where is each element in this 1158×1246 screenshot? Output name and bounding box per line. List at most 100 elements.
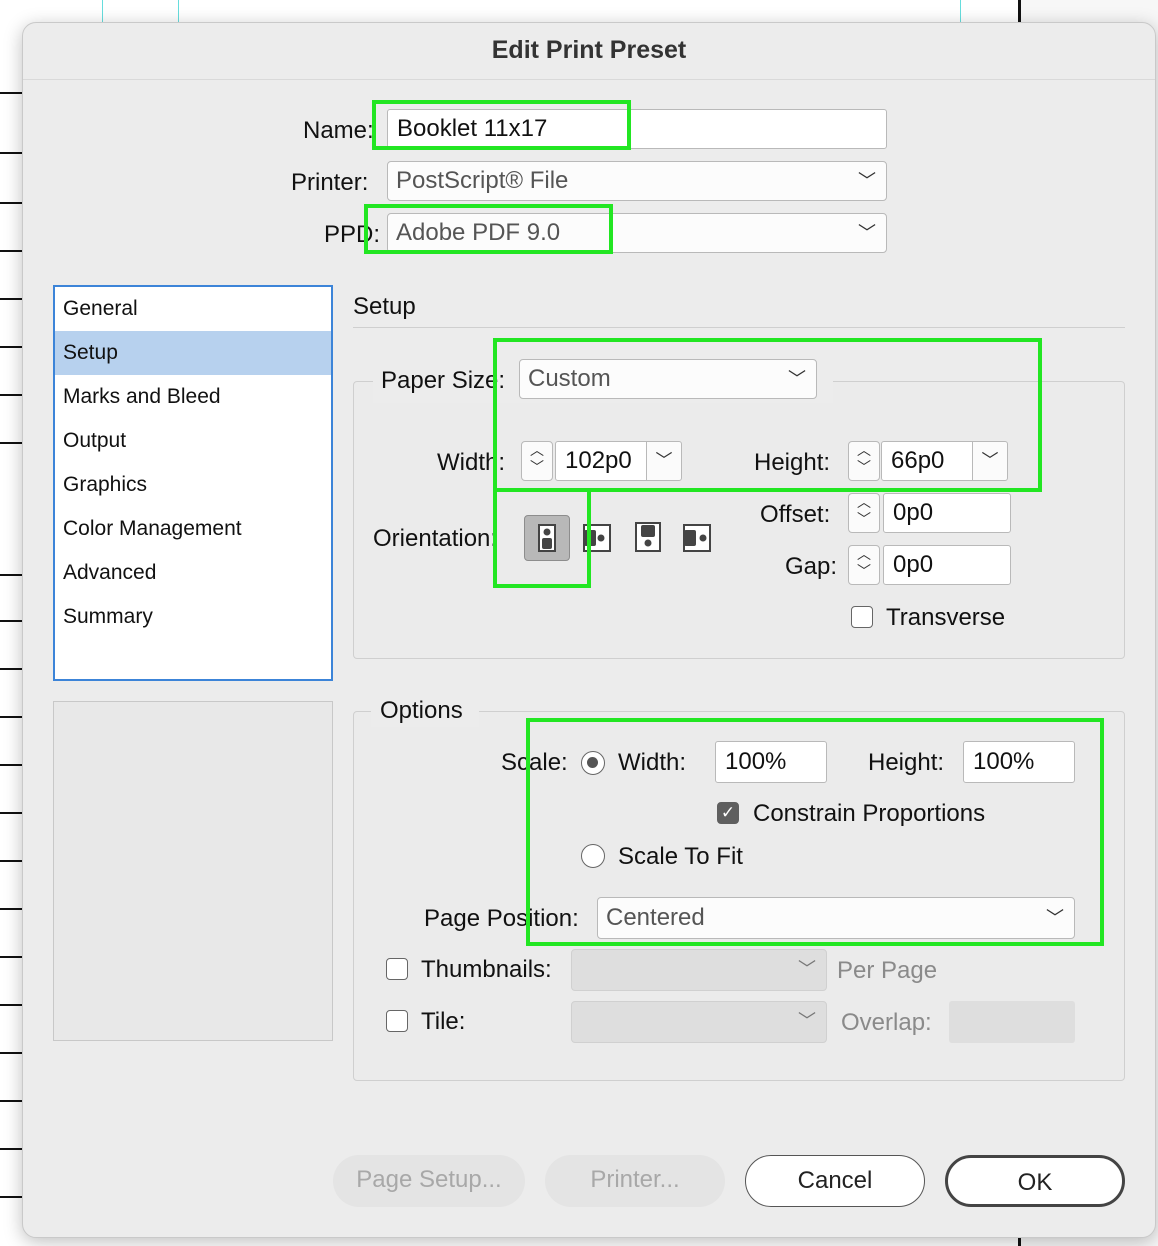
sidebar-item-output[interactable]: Output bbox=[55, 419, 331, 463]
chevron-down-icon: ﹀ bbox=[858, 223, 876, 243]
checkmark-icon: ✓ bbox=[720, 803, 736, 822]
paper-size-value: Custom bbox=[528, 365, 611, 392]
ruler-tick bbox=[0, 394, 22, 396]
offset-stepper[interactable]: ︿ ﹀ bbox=[848, 493, 880, 533]
ruler-tick bbox=[0, 442, 22, 444]
name-field[interactable]: Booklet 11x17 bbox=[387, 109, 887, 149]
preview-panel bbox=[53, 701, 333, 1041]
ok-button[interactable]: OK bbox=[945, 1155, 1125, 1207]
sidebar-item-color-management[interactable]: Color Management bbox=[55, 507, 331, 551]
printer-button[interactable]: Printer... bbox=[545, 1155, 725, 1207]
scale-width-radio[interactable] bbox=[581, 751, 605, 775]
height-label: Height: bbox=[754, 449, 831, 476]
page-setup-button[interactable]: Page Setup... bbox=[333, 1155, 525, 1207]
reverse-landscape-icon bbox=[683, 524, 711, 552]
thumbnails-label: Thumbnails: bbox=[421, 956, 552, 983]
constrain-proportions-checkbox[interactable]: ✓ bbox=[717, 802, 739, 824]
scale-label: Scale: bbox=[501, 749, 568, 776]
width-field[interactable]: 102p0 bbox=[555, 441, 647, 481]
height-field[interactable]: 66p0 bbox=[881, 441, 973, 481]
width-dropdown-button[interactable]: ﹀ bbox=[646, 441, 682, 481]
sidebar-item-marks-and-bleed[interactable]: Marks and Bleed bbox=[55, 375, 331, 419]
printer-select[interactable]: PostScript® File ﹀ bbox=[387, 161, 887, 201]
offset-label: Offset: bbox=[760, 501, 831, 528]
ruler-tick bbox=[0, 298, 22, 300]
ruler-tick bbox=[0, 152, 22, 154]
thumbnails-checkbox[interactable] bbox=[386, 958, 408, 980]
ruler-tick bbox=[0, 202, 22, 204]
ruler-tick bbox=[0, 1100, 22, 1102]
guide-line bbox=[960, 0, 961, 22]
ruler-tick bbox=[0, 1196, 22, 1198]
width-stepper[interactable]: ︿ ﹀ bbox=[521, 441, 553, 481]
divider bbox=[353, 327, 1125, 328]
ruler-tick bbox=[0, 860, 22, 862]
chevron-down-icon: ﹀ bbox=[1046, 908, 1064, 928]
dialog-title: Edit Print Preset bbox=[23, 23, 1155, 80]
tile-checkbox[interactable] bbox=[386, 1010, 408, 1032]
height-dropdown-button[interactable]: ﹀ bbox=[972, 441, 1008, 481]
reverse-landscape-orientation-button[interactable] bbox=[675, 515, 721, 561]
ppd-select-value: Adobe PDF 9.0 bbox=[396, 219, 561, 246]
width-label: Width: bbox=[437, 449, 506, 476]
printer-label: Printer: bbox=[291, 169, 369, 196]
portrait-icon bbox=[538, 524, 556, 552]
ruler-tick bbox=[0, 668, 22, 670]
gap-field[interactable]: 0p0 bbox=[883, 545, 1011, 585]
ruler-tick bbox=[0, 1148, 22, 1150]
scale-to-fit-label: Scale To Fit bbox=[618, 843, 743, 870]
tile-select[interactable]: ﹀ bbox=[571, 1001, 827, 1043]
thumbnails-select[interactable]: ﹀ bbox=[571, 949, 827, 991]
sidebar-item-summary[interactable]: Summary bbox=[55, 595, 331, 639]
paper-size-select[interactable]: Custom ﹀ bbox=[519, 359, 817, 399]
sidebar-item-general[interactable]: General bbox=[55, 287, 331, 331]
cancel-button[interactable]: Cancel bbox=[745, 1155, 925, 1207]
portrait-orientation-button[interactable] bbox=[524, 515, 570, 561]
landscape-orientation-button[interactable] bbox=[575, 515, 621, 561]
constrain-proportions-label: Constrain Proportions bbox=[753, 800, 986, 827]
ruler-tick bbox=[0, 956, 22, 958]
scale-height-field[interactable]: 100% bbox=[963, 741, 1075, 783]
ppd-select[interactable]: Adobe PDF 9.0 ﹀ bbox=[387, 213, 887, 253]
printer-select-value: PostScript® File bbox=[396, 167, 569, 194]
reverse-portrait-icon bbox=[635, 522, 661, 552]
page-position-select[interactable]: Centered ﹀ bbox=[597, 897, 1075, 939]
gap-label: Gap: bbox=[785, 553, 838, 580]
transverse-label: Transverse bbox=[886, 604, 1006, 631]
options-heading: Options bbox=[380, 697, 463, 724]
ruler-tick bbox=[0, 574, 22, 576]
ruler-tick bbox=[0, 764, 22, 766]
tile-label: Tile: bbox=[421, 1008, 466, 1035]
paper-size-label: Paper Size: bbox=[381, 367, 506, 394]
guide-line bbox=[178, 0, 179, 22]
scale-width-label: Width: bbox=[618, 749, 687, 776]
ruler-tick bbox=[0, 908, 22, 910]
sidebar-item-advanced[interactable]: Advanced bbox=[55, 551, 331, 595]
scale-to-fit-radio[interactable] bbox=[581, 844, 605, 868]
ruler-tick bbox=[0, 250, 22, 252]
per-page-label: Per Page bbox=[837, 957, 938, 984]
offset-field[interactable]: 0p0 bbox=[883, 493, 1011, 533]
transverse-checkbox[interactable] bbox=[851, 606, 873, 628]
edit-print-preset-dialog: Edit Print Preset Name: Booklet 11x17 Pr… bbox=[22, 22, 1156, 1238]
ruler-tick bbox=[0, 92, 22, 94]
sidebar-item-setup[interactable]: Setup bbox=[55, 331, 331, 375]
gap-stepper[interactable]: ︿ ﹀ bbox=[848, 545, 880, 585]
ruler-tick bbox=[0, 346, 22, 348]
scale-height-label: Height: bbox=[868, 749, 945, 776]
chevron-down-icon: ﹀ bbox=[798, 1011, 816, 1031]
ruler-tick bbox=[0, 1052, 22, 1054]
category-list: General Setup Marks and Bleed Output Gra… bbox=[53, 285, 333, 681]
landscape-icon bbox=[583, 524, 611, 552]
reverse-portrait-orientation-button[interactable] bbox=[626, 515, 672, 561]
orientation-label: Orientation: bbox=[373, 525, 498, 552]
chevron-down-icon: ﹀ bbox=[798, 959, 816, 979]
overlap-field[interactable] bbox=[949, 1001, 1075, 1043]
sidebar-item-graphics[interactable]: Graphics bbox=[55, 463, 331, 507]
page-position-value: Centered bbox=[606, 904, 705, 931]
chevron-down-icon: ﹀ bbox=[981, 451, 999, 470]
ruler-tick bbox=[0, 812, 22, 814]
height-stepper[interactable]: ︿ ﹀ bbox=[848, 441, 880, 481]
scale-width-field[interactable]: 100% bbox=[715, 741, 827, 783]
guide-line bbox=[102, 0, 103, 22]
